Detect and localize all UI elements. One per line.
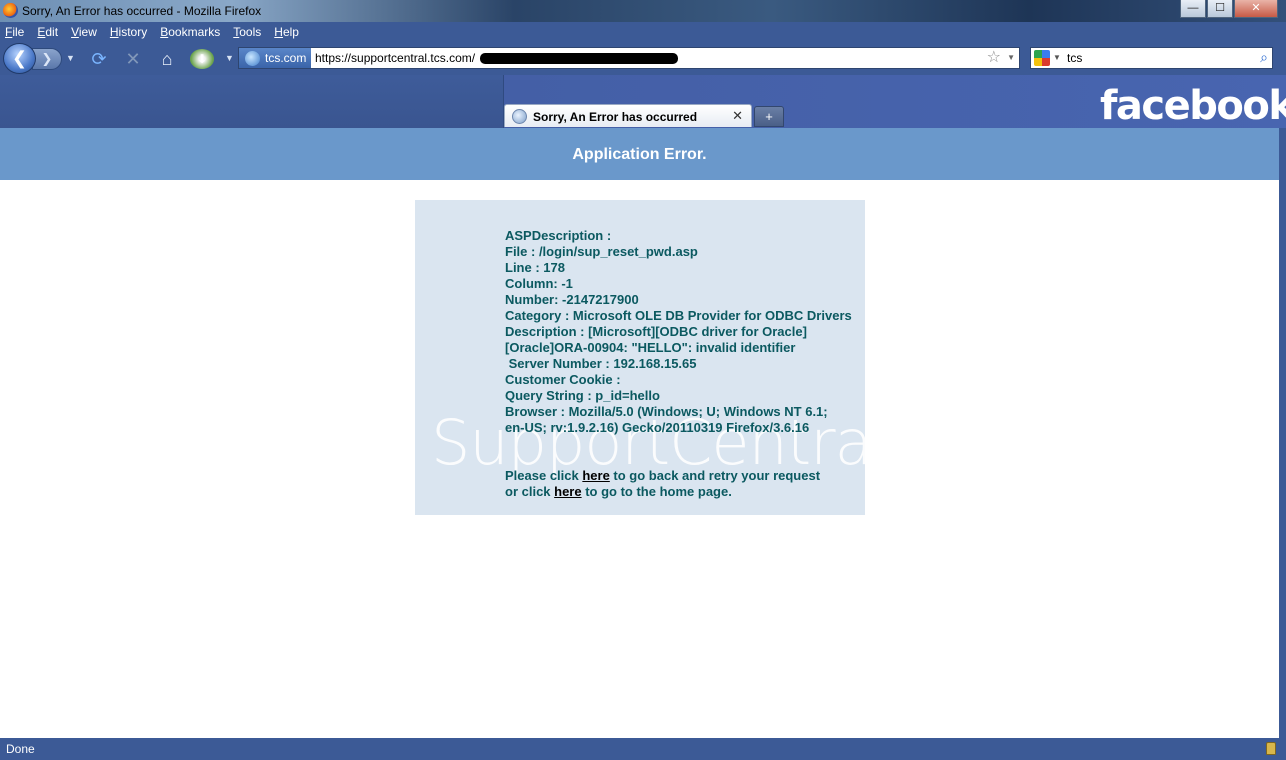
url-history-dropdown-icon[interactable]: ▼ <box>1007 53 1015 62</box>
error-line: Customer Cookie : <box>505 372 621 387</box>
search-bar[interactable]: ▼ tcs ⌕ <box>1030 47 1273 69</box>
site-globe-icon <box>245 51 260 66</box>
window-title-bar: Sorry, An Error has occurred - Mozilla F… <box>0 0 1286 22</box>
home-text: or click <box>505 484 555 499</box>
bookmark-star-icon[interactable]: ☆ <box>987 48 1001 68</box>
google-engine-icon[interactable] <box>1034 50 1050 66</box>
status-bar: Done <box>0 738 1286 760</box>
window-controls: — ☐ ✕ <box>1179 0 1278 18</box>
error-line: Column: -1 <box>505 276 573 291</box>
history-dropdown-icon[interactable]: ▼ <box>66 53 75 63</box>
home-link[interactable]: here <box>554 484 581 499</box>
menu-history[interactable]: History <box>110 22 147 42</box>
tab-strip: Sorry, An Error has occurred ✕ + faceboo… <box>0 75 1286 128</box>
error-line: Server Number : 192.168.15.65 <box>505 356 697 371</box>
menu-help[interactable]: Help <box>274 22 299 42</box>
error-details-box: SupportCentral ASPDescription : File : /… <box>415 200 865 515</box>
retry-text: to go back and retry your request <box>609 468 821 483</box>
redaction-mark <box>480 53 678 64</box>
lock-icon[interactable] <box>1266 742 1276 755</box>
minimize-button[interactable]: — <box>1180 0 1206 18</box>
home-icon[interactable]: ⌂ <box>156 49 178 69</box>
status-text: Done <box>6 742 35 756</box>
reload-icon[interactable]: ⟳ <box>88 49 110 69</box>
new-tab-button[interactable]: + <box>754 106 784 127</box>
facebook-logo: facebook <box>1100 83 1286 129</box>
menu-file[interactable]: File <box>5 22 24 42</box>
retry-instructions: Please click here to go back and retry y… <box>505 468 820 500</box>
search-icon[interactable]: ⌕ <box>1260 49 1268 66</box>
menu-view[interactable]: View <box>71 22 97 42</box>
toolbar-dropdown-icon[interactable]: ▼ <box>225 53 234 63</box>
tab-close-icon[interactable]: ✕ <box>732 108 743 124</box>
site-identity-label: tcs.com <box>265 51 307 65</box>
page-title: Application Error. <box>0 128 1279 180</box>
menu-bookmarks[interactable]: Bookmarks <box>160 22 220 42</box>
retry-line-1: Please click here to go back and retry y… <box>505 468 820 484</box>
error-line: Number: -2147217900 <box>505 292 639 307</box>
error-line: Description : [Microsoft][ODBC driver fo… <box>505 324 807 355</box>
download-icon[interactable]: ⬇ <box>190 49 214 69</box>
stop-icon[interactable]: ✕ <box>122 49 144 69</box>
tab-label: Sorry, An Error has occurred <box>533 110 698 124</box>
firefox-icon <box>3 3 18 18</box>
engine-dropdown-icon[interactable]: ▼ <box>1053 53 1061 62</box>
home-text: to go to the home page. <box>581 484 732 499</box>
search-input[interactable]: tcs <box>1067 51 1082 65</box>
navigation-toolbar: ❯ ❮ ▼ ⟳ ✕ ⌂ ⬇ ▼ tcs.com https://supportc… <box>0 42 1286 75</box>
tab-favicon-icon <box>512 109 527 124</box>
window-title: Sorry, An Error has occurred - Mozilla F… <box>22 4 262 18</box>
error-line: ASPDescription : <box>505 228 612 243</box>
retry-link[interactable]: here <box>582 468 609 483</box>
back-button[interactable]: ❮ <box>3 43 36 74</box>
window-frame-right <box>1279 128 1286 738</box>
error-line: Category : Microsoft OLE DB Provider for… <box>505 308 852 323</box>
url-text[interactable]: https://supportcentral.tcs.com/ <box>315 51 475 65</box>
site-identity-button[interactable]: tcs.com <box>239 48 311 68</box>
error-line: Line : 178 <box>505 260 565 275</box>
error-details: ASPDescription : File : /login/sup_reset… <box>505 228 860 436</box>
tab-error-page[interactable]: Sorry, An Error has occurred ✕ <box>504 104 752 127</box>
menu-tools[interactable]: Tools <box>233 22 261 42</box>
error-line: File : /login/sup_reset_pwd.asp <box>505 244 698 259</box>
retry-text: Please click <box>505 468 583 483</box>
forward-button[interactable]: ❯ <box>32 48 62 70</box>
retry-line-2: or click here to go to the home page. <box>505 484 820 500</box>
url-bar[interactable]: tcs.com https://supportcentral.tcs.com/ … <box>238 47 1020 69</box>
error-line: Browser : Mozilla/5.0 (Windows; U; Windo… <box>505 404 828 435</box>
close-window-button[interactable]: ✕ <box>1234 0 1278 18</box>
menu-edit[interactable]: Edit <box>37 22 58 42</box>
tab-strip-background <box>0 75 504 128</box>
menu-bar: File Edit View History Bookmarks Tools H… <box>0 22 1286 42</box>
maximize-button[interactable]: ☐ <box>1207 0 1233 18</box>
error-line: Query String : p_id=hello <box>505 388 660 403</box>
